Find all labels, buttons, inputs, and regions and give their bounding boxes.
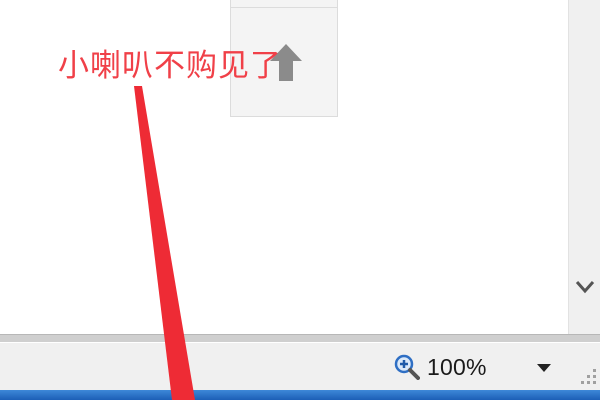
status-bar: 100% [0, 342, 600, 390]
dropdown-arrow-icon[interactable] [536, 363, 552, 373]
taskbar [0, 390, 600, 400]
zoom-level: 100% [427, 353, 487, 380]
zoom-control[interactable]: 100% [394, 352, 487, 382]
chevron-down-icon[interactable] [575, 276, 595, 296]
magnifier-plus-icon[interactable] [394, 354, 420, 380]
status-bar-separator [0, 334, 600, 342]
annotation-text: 小喇叭不购见了 [58, 48, 282, 84]
panel-divider [231, 7, 337, 8]
vertical-scrollbar[interactable] [568, 0, 600, 334]
resize-grip-icon[interactable] [580, 367, 598, 385]
